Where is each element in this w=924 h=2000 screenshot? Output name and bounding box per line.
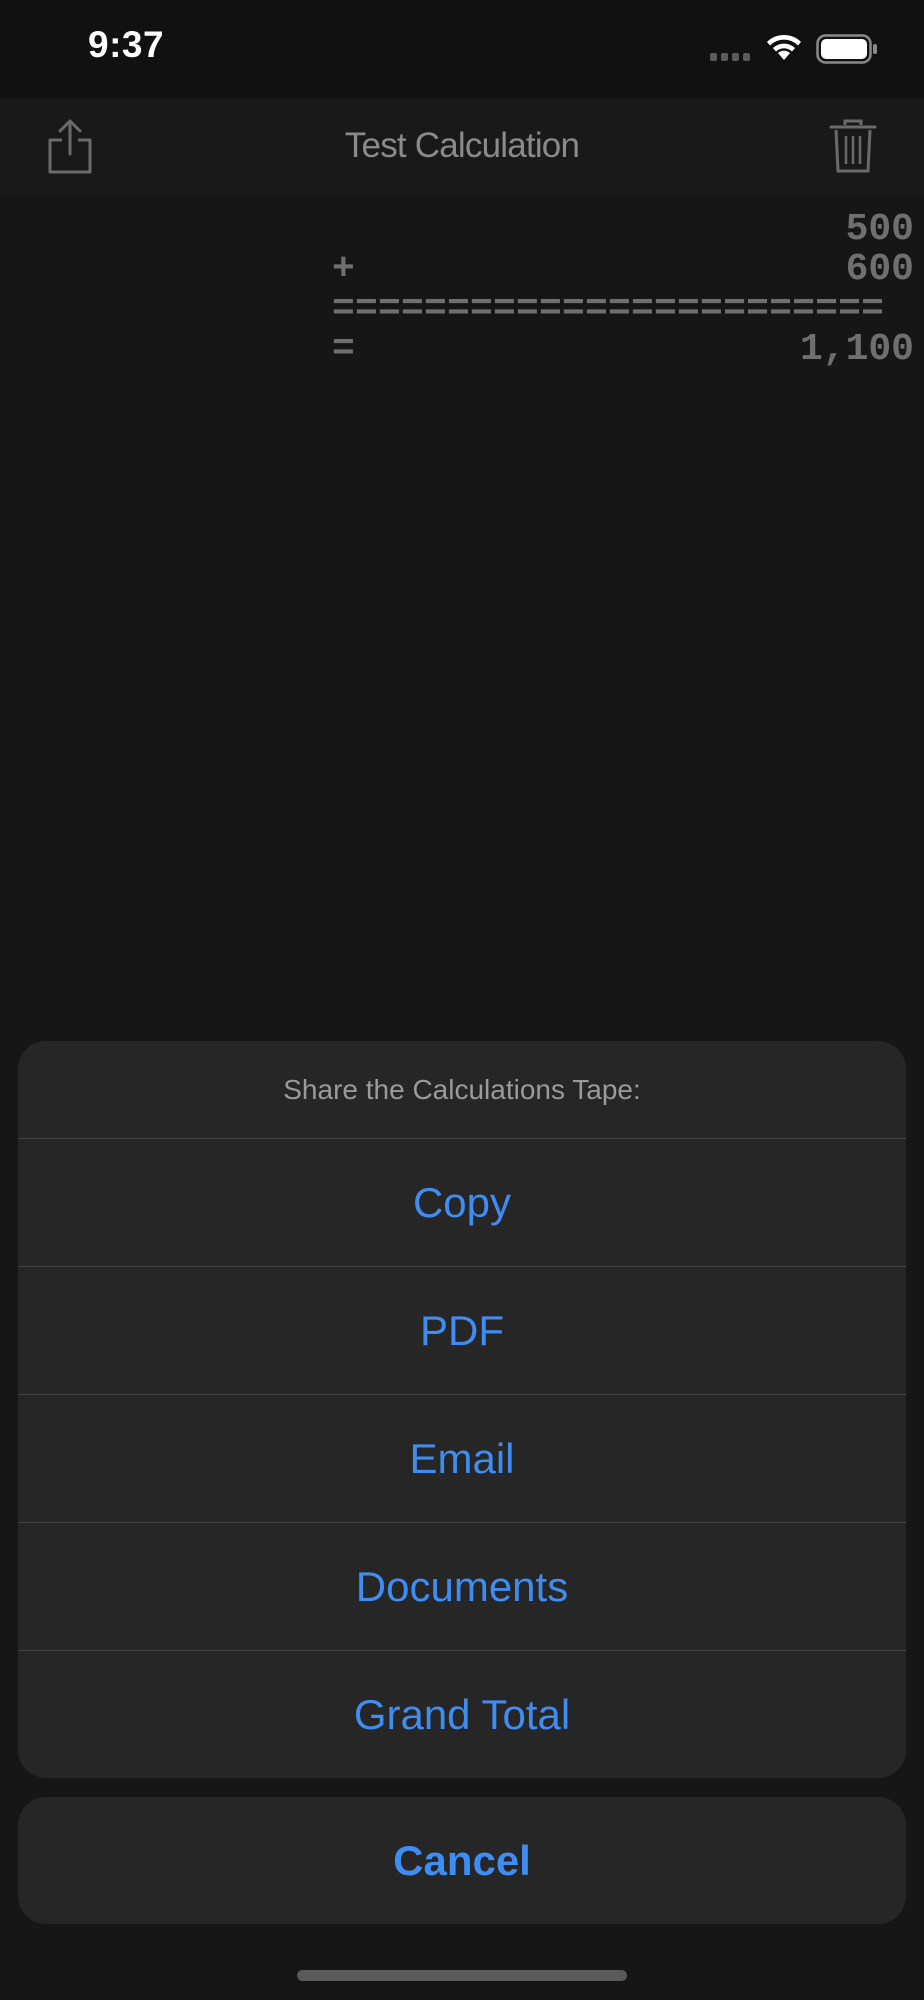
screen: 9:37 Test Calculation 500 + 600 ========… — [0, 0, 924, 2000]
trash-icon[interactable] — [828, 118, 878, 174]
pdf-button[interactable]: PDF — [18, 1267, 906, 1395]
documents-button[interactable]: Documents — [18, 1523, 906, 1651]
grand-total-button[interactable]: Grand Total — [18, 1651, 906, 1778]
tape-total-line: = 1,100 — [332, 330, 914, 370]
status-time: 9:37 — [88, 24, 165, 65]
cellular-signal-icon — [710, 53, 750, 61]
wifi-icon — [767, 34, 801, 60]
nav-bar: Test Calculation — [0, 98, 924, 196]
tape-operator: + — [332, 248, 355, 291]
battery-icon — [816, 34, 877, 64]
email-button[interactable]: Email — [18, 1395, 906, 1523]
tape-total-value: 1,100 — [799, 328, 914, 371]
copy-button[interactable]: Copy — [18, 1139, 906, 1267]
action-sheet-title: Share the Calculations Tape: — [18, 1041, 906, 1139]
tape-line: + 600 — [332, 250, 914, 290]
cancel-button[interactable]: Cancel — [18, 1797, 906, 1924]
tape-line: 500 — [332, 210, 914, 250]
page-title: Test Calculation — [344, 126, 580, 165]
tape-total-operator: = — [332, 328, 355, 371]
tape-value: 500 — [845, 208, 914, 251]
tape-value: 600 — [845, 248, 914, 291]
home-indicator[interactable] — [297, 1970, 627, 1981]
calculation-tape: 500 + 600 ======================== = 1,1… — [332, 210, 914, 370]
status-bar: 9:37 — [0, 0, 924, 98]
share-action-sheet: Share the Calculations Tape: Copy PDF Em… — [18, 1041, 906, 1778]
tape-separator: ======================== — [332, 290, 885, 330]
